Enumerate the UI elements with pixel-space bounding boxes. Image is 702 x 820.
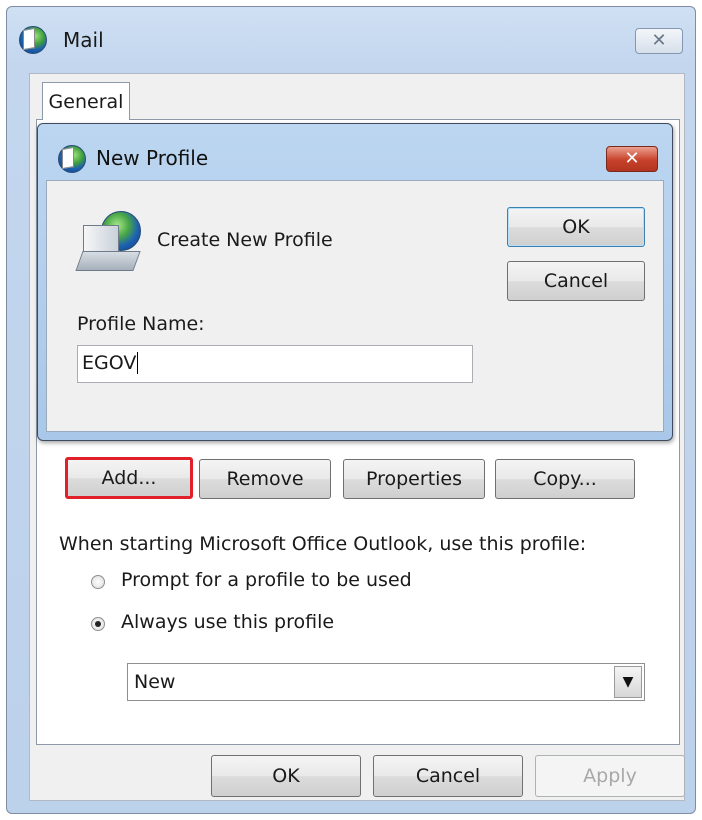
close-button[interactable]: ✕ — [635, 28, 683, 54]
new-profile-dialog: New Profile ✕ Create New Profile OK Canc… — [37, 123, 673, 441]
mail-profile-icon — [75, 211, 143, 275]
tab-general[interactable]: General — [42, 82, 130, 120]
remove-profile-button[interactable]: Remove — [199, 459, 331, 499]
profile-select-value: New — [134, 671, 176, 693]
mail-window: Mail ✕ General Add... Remove Properties … — [6, 6, 696, 814]
profile-select[interactable]: New ▼ — [127, 663, 645, 701]
always-use-profile-radio[interactable] — [91, 617, 105, 631]
apply-button[interactable]: Apply — [535, 755, 685, 797]
dialog-title: New Profile — [96, 146, 209, 170]
create-profile-heading: Create New Profile — [157, 229, 333, 251]
profile-name-input[interactable]: EGOV — [77, 345, 473, 383]
properties-button[interactable]: Properties — [343, 459, 485, 499]
profile-name-value: EGOV — [82, 352, 137, 374]
dialog-app-icon — [58, 145, 86, 173]
title-bar: Mail ✕ — [7, 7, 695, 67]
copy-profile-button[interactable]: Copy... — [495, 459, 635, 499]
dialog-cancel-button[interactable]: Cancel — [507, 261, 645, 301]
ok-button[interactable]: OK — [211, 755, 361, 797]
cancel-button[interactable]: Cancel — [373, 755, 523, 797]
window-title: Mail — [63, 28, 104, 52]
prompt-profile-radio[interactable] — [91, 575, 105, 589]
close-icon: ✕ — [624, 148, 640, 169]
dialog-close-button[interactable]: ✕ — [606, 146, 658, 172]
mail-app-icon — [19, 26, 47, 54]
dialog-ok-button[interactable]: OK — [507, 207, 645, 247]
dialog-client-area: Create New Profile OK Cancel Profile Nam… — [46, 180, 664, 432]
add-profile-button[interactable]: Add... — [65, 457, 193, 499]
profile-name-label: Profile Name: — [77, 313, 205, 335]
always-use-profile-label[interactable]: Always use this profile — [121, 611, 334, 633]
chevron-down-icon[interactable]: ▼ — [614, 666, 642, 698]
startup-profile-heading: When starting Microsoft Office Outlook, … — [59, 533, 587, 555]
close-icon: ✕ — [651, 30, 667, 51]
prompt-profile-label[interactable]: Prompt for a profile to be used — [121, 569, 412, 591]
